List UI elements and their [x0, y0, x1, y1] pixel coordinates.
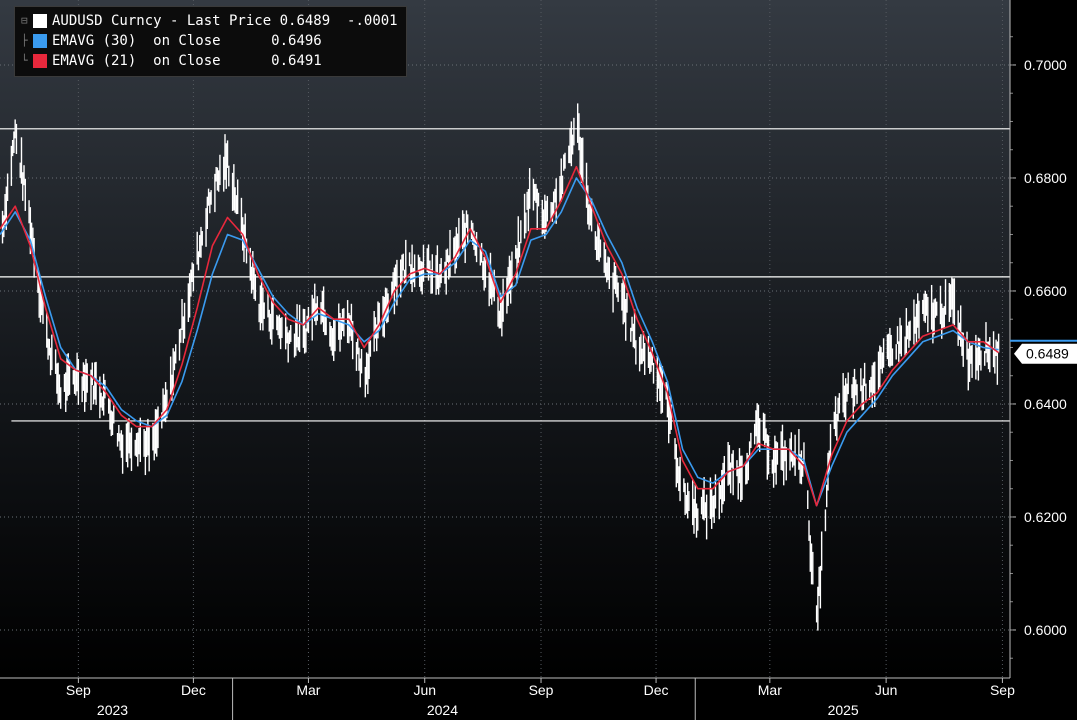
legend-value-price: 0.6489 — [279, 13, 331, 29]
x-tick-label: Sep — [529, 682, 554, 698]
x-tick-label: Jun — [875, 682, 898, 698]
x-tick-label: Dec — [644, 682, 669, 698]
x-year-label: 2024 — [427, 702, 458, 718]
tree-branch-end-icon: └ — [21, 54, 28, 67]
last-price-tag: 0.6489 — [1010, 339, 1077, 364]
x-tick-label: Mar — [758, 682, 782, 698]
legend-row-ema21: └ EMAVG (21) on Close 0.6491 — [21, 51, 398, 71]
x-year-label: 2023 — [97, 702, 128, 718]
legend-swatch-ema30 — [33, 34, 47, 48]
x-year-label: 2025 — [828, 702, 859, 718]
y-tick-label: 0.6400 — [1024, 396, 1067, 412]
legend-value-ema21: 0.6491 — [271, 53, 322, 69]
legend-label-ema21: EMAVG (21) on Close — [52, 53, 221, 69]
legend-swatch-ema21 — [33, 54, 47, 68]
y-tick-label: 0.6800 — [1024, 170, 1067, 186]
x-tick-label: Mar — [296, 682, 320, 698]
legend-label-price: AUDUSD Curncy - Last Price — [52, 13, 272, 29]
x-tick-label: Sep — [990, 682, 1015, 698]
chart-root: 0.6000 0.6200 0.6400 0.6600 0.6800 0.7000 Sep… — [0, 0, 1077, 720]
x-axis: Sep Dec Mar Jun Sep Dec Mar Jun Sep 2023 2024 2025 — [0, 677, 1015, 720]
tree-branch-icon: ├ — [21, 34, 28, 47]
plot-background — [0, 0, 1010, 678]
y-tick-label: 0.6600 — [1024, 283, 1067, 299]
price-chart: 0.6000 0.6200 0.6400 0.6600 0.6800 0.7000 Sep… — [0, 0, 1077, 720]
x-tick-label: Sep — [66, 682, 91, 698]
legend-value-ema30: 0.6496 — [271, 33, 322, 49]
y-tick-label: 0.6000 — [1024, 622, 1067, 638]
y-tick-label: 0.7000 — [1024, 57, 1067, 73]
x-tick-label: Jun — [413, 682, 436, 698]
legend-change-price: -.0001 — [347, 13, 398, 29]
y-axis: 0.6000 0.6200 0.6400 0.6600 0.6800 0.7000 — [1009, 0, 1067, 678]
collapse-icon[interactable]: ⊟ — [21, 11, 33, 31]
y-tick-label: 0.6200 — [1024, 509, 1067, 525]
legend-label-ema30: EMAVG (30) on Close — [52, 33, 221, 49]
last-price-tag-text: 0.6489 — [1026, 346, 1069, 362]
legend-row-ema30: ├ EMAVG (30) on Close 0.6496 — [21, 31, 398, 51]
legend-swatch-price — [33, 14, 47, 28]
x-tick-label: Dec — [181, 682, 206, 698]
legend: ⊟ AUDUSD Curncy - Last Price 0.6489 -.00… — [14, 6, 407, 77]
legend-row-price: ⊟ AUDUSD Curncy - Last Price 0.6489 -.00… — [21, 11, 398, 31]
